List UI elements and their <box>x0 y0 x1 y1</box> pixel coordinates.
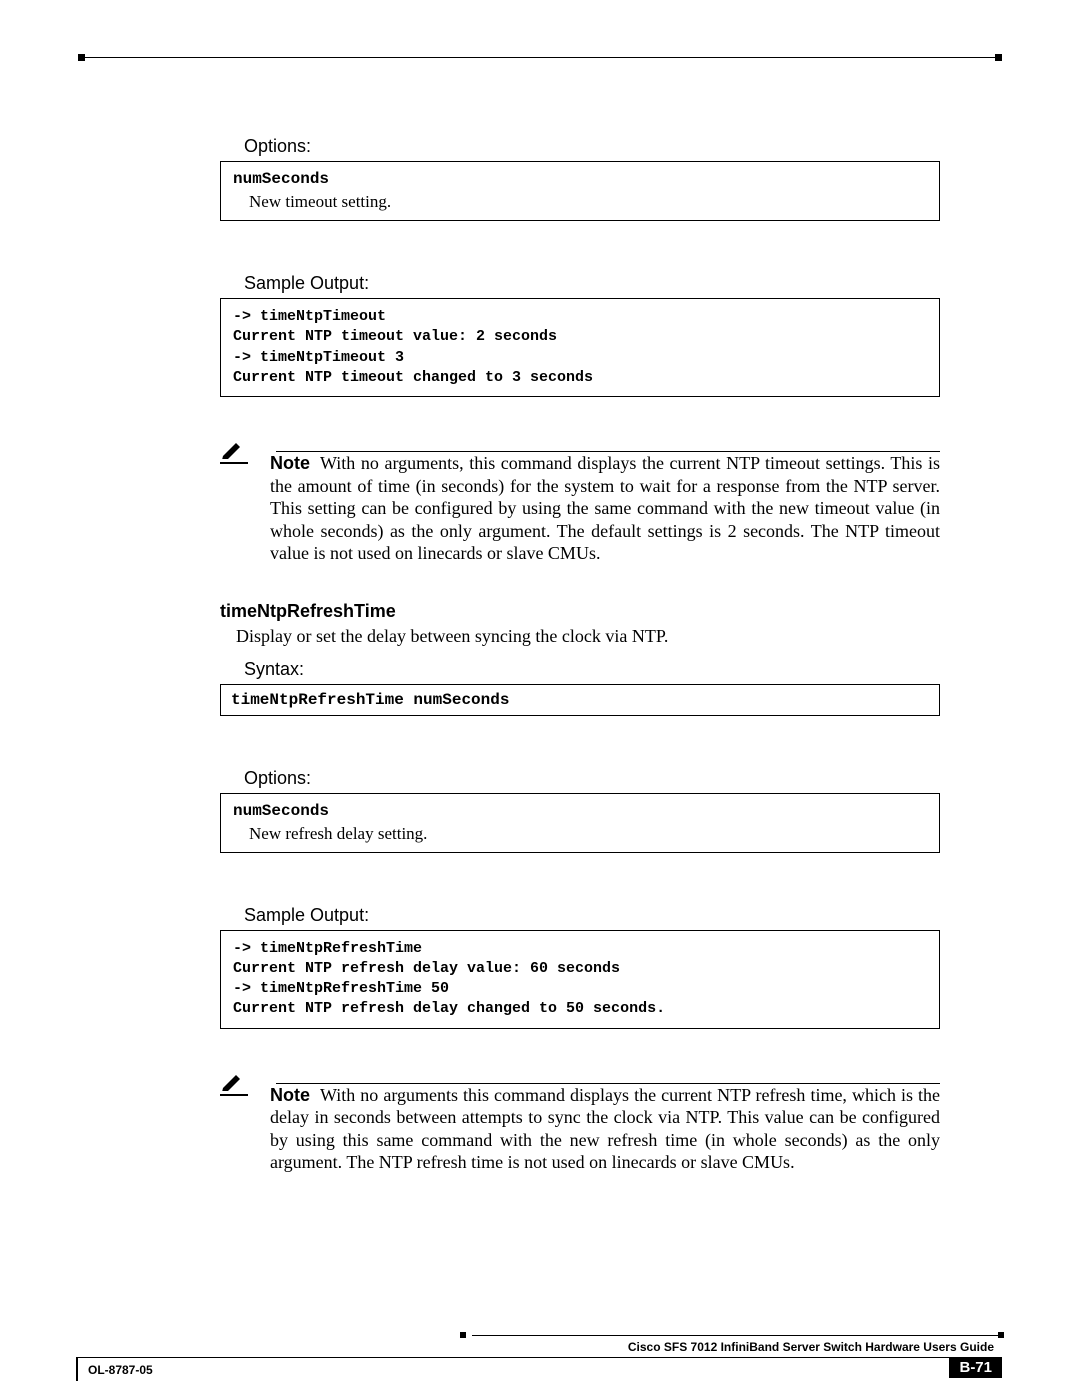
command-heading: timeNtpRefreshTime <box>220 601 940 622</box>
command-description: Display or set the delay between syncing… <box>236 626 940 647</box>
footer-book-title: Cisco SFS 7012 InfiniBand Server Switch … <box>628 1340 994 1354</box>
crop-mark-top-left <box>78 54 85 61</box>
note-block-2: NoteWith no arguments this command displ… <box>220 1069 940 1174</box>
crop-mark-top-right <box>995 54 1002 61</box>
sample-output-code: -> timeNtpTimeout Current NTP timeout va… <box>220 298 940 397</box>
note-icon <box>220 439 244 463</box>
syntax-box: timeNtpRefreshTime numSeconds <box>220 684 940 716</box>
footer-rule-bottom <box>78 1357 1002 1358</box>
footer-dot-left <box>460 1332 466 1338</box>
header-rule <box>85 57 995 58</box>
options-box-2: numSeconds New refresh delay setting. <box>220 793 940 853</box>
option-description-2: New refresh delay setting. <box>249 824 927 844</box>
option-description: New timeout setting. <box>249 192 927 212</box>
note-text: With no arguments, this command displays… <box>270 453 940 563</box>
footer-rule-top <box>472 1335 1002 1336</box>
sample-output-label: Sample Output: <box>244 273 940 294</box>
page-number: B-71 <box>949 1357 1002 1378</box>
note-label: Note <box>270 453 310 473</box>
options-label-2: Options: <box>244 768 940 789</box>
footer-left-bar <box>76 1357 78 1381</box>
note-text-2: With no arguments this command displays … <box>270 1085 940 1173</box>
sample-output-label-2: Sample Output: <box>244 905 940 926</box>
note-block: NoteWith no arguments, this command disp… <box>220 437 940 565</box>
options-label: Options: <box>244 136 940 157</box>
option-name-2: numSeconds <box>233 802 927 820</box>
sample-output-code-2: -> timeNtpRefreshTime Current NTP refres… <box>220 930 940 1029</box>
footer-doc-id: OL-8787-05 <box>88 1363 153 1377</box>
note-label-2: Note <box>270 1085 310 1105</box>
page-content: Options: numSeconds New timeout setting.… <box>220 120 940 1174</box>
syntax-label: Syntax: <box>244 659 940 680</box>
option-name: numSeconds <box>233 170 927 188</box>
options-box: numSeconds New timeout setting. <box>220 161 940 221</box>
note-icon <box>220 1071 244 1095</box>
